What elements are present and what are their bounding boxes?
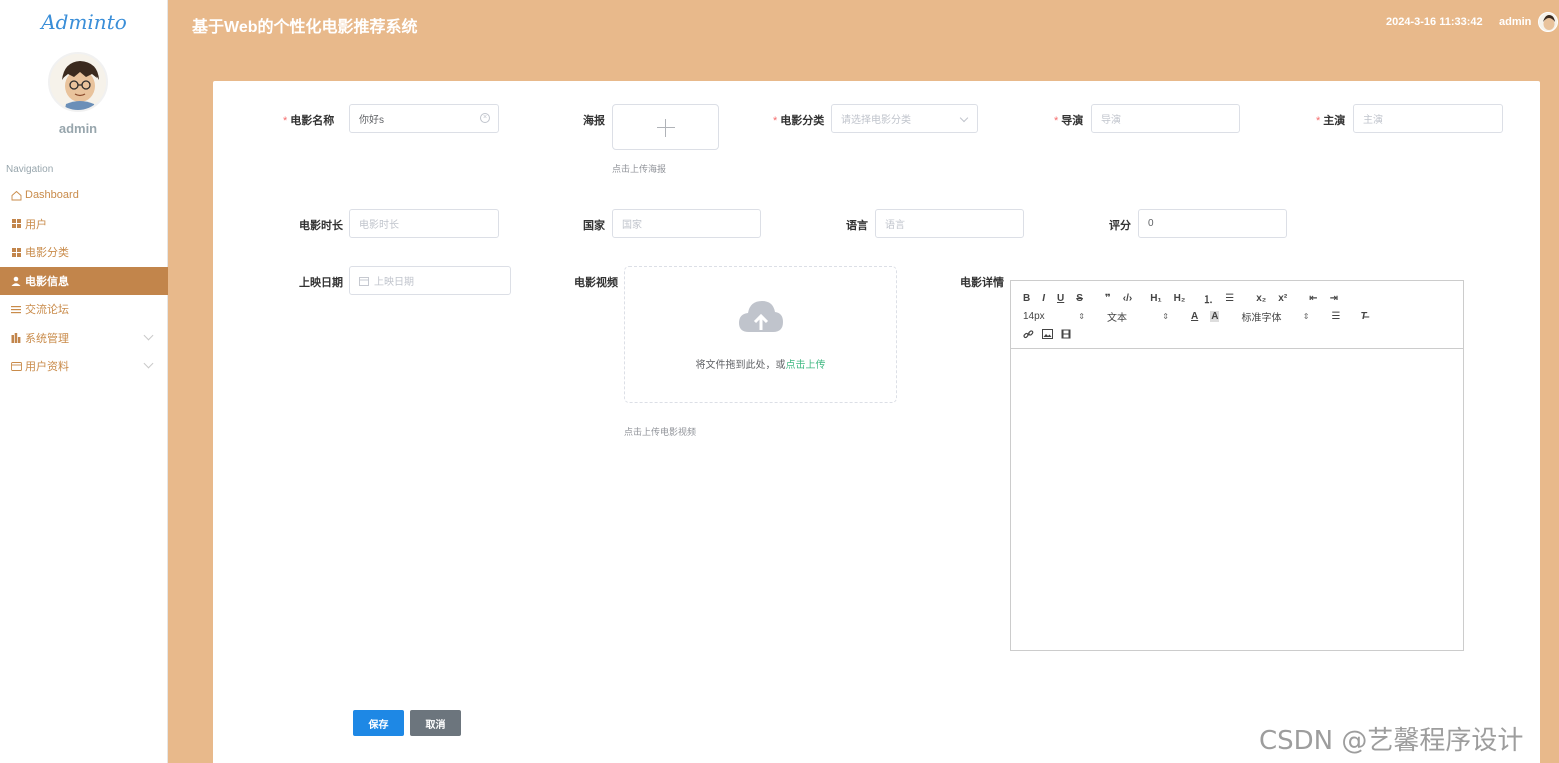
bullet-list-icon[interactable]: ☰ <box>1225 293 1234 304</box>
card-icon <box>10 361 22 371</box>
sidebar-item-label: Dashboard <box>25 189 79 202</box>
poster-label: 海报 <box>583 115 605 127</box>
poster-hint: 点击上传海报 <box>612 164 667 174</box>
director-input[interactable]: 导演 <box>1091 104 1240 133</box>
updown-icon: ⇕ <box>1302 311 1310 321</box>
language-input[interactable]: 语言 <box>875 209 1024 238</box>
nav-section-title: Navigation <box>6 164 54 175</box>
click-upload-link[interactable]: 点击上传 <box>786 360 826 371</box>
sidebar-item-users[interactable]: 用户 <box>0 210 168 239</box>
updown-icon: ⇕ <box>1162 311 1169 321</box>
cancel-button[interactable]: 取消 <box>410 710 461 736</box>
outdent-icon[interactable]: ⇤ <box>1309 293 1317 304</box>
release-date-picker[interactable]: 上映日期 <box>349 266 511 295</box>
header-2-icon[interactable]: H₂ <box>1174 293 1186 304</box>
code-block-icon[interactable]: ‹/› <box>1123 293 1132 304</box>
video-icon[interactable] <box>1061 329 1071 339</box>
list-icon <box>10 305 22 314</box>
watermark: CSDN @艺馨程序设计 <box>1259 726 1524 756</box>
italic-icon[interactable]: I <box>1042 293 1045 304</box>
duration-input[interactable]: 电影时长 <box>349 209 499 238</box>
calendar-icon <box>359 276 369 286</box>
editor-toolbar: B I U S ❞ ‹/› H₁ H₂ ⒈ ☰ x₂ x² ⇤ ⇥ 14px ⇕ … <box>1011 281 1463 349</box>
sidebar: Adminto admin Navigation Dashboard 用户 电影… <box>0 0 168 763</box>
grid-icon <box>10 219 22 229</box>
font-family-select[interactable]: 标准字体 ⇕ <box>1241 309 1309 324</box>
movie-category-select[interactable]: 请选择电影分类 <box>831 104 978 133</box>
movie-form-card: * 电影名称 你好s × 海报 点击上传海报 * 电影分类 请选择电影分类 * 导演 … <box>213 81 1540 763</box>
link-icon[interactable] <box>1023 329 1034 340</box>
duration-label: 电影时长 <box>299 220 343 232</box>
sidebar-nav: Dashboard 用户 电影分类 电影信息 交流论坛 系统管理 用户资料 <box>0 181 168 381</box>
chart-icon <box>10 332 22 343</box>
rating-label: 评分 <box>1109 220 1131 232</box>
clear-icon[interactable]: × <box>480 113 490 123</box>
sidebar-item-profile[interactable]: 用户资料 <box>0 352 168 381</box>
strikethrough-icon[interactable]: S <box>1076 293 1083 304</box>
language-label: 语言 <box>846 220 868 232</box>
superscript-icon[interactable]: x² <box>1278 293 1287 304</box>
sidebar-item-forum[interactable]: 交流论坛 <box>0 295 168 324</box>
sidebar-item-movie-info[interactable]: 电影信息 <box>0 266 168 295</box>
user-icon <box>10 276 22 286</box>
home-icon <box>10 190 22 201</box>
save-button[interactable]: 保存 <box>353 710 404 736</box>
actor-input[interactable]: 主演 <box>1353 104 1503 133</box>
movie-name-input[interactable]: 你好s × <box>349 104 499 133</box>
country-label: 国家 <box>583 220 605 232</box>
sidebar-username: admin <box>58 121 98 136</box>
header-1-icon[interactable]: H₁ <box>1150 293 1161 304</box>
video-hint: 点击上传电影视频 <box>624 427 697 437</box>
chevron-down-icon <box>143 330 154 340</box>
updown-icon: ⇕ <box>1078 311 1085 321</box>
sidebar-item-label: 电影分类 <box>25 247 69 260</box>
underline-icon[interactable]: U <box>1057 293 1064 304</box>
cloud-upload-icon <box>738 298 784 337</box>
grid-icon <box>10 247 22 257</box>
rating-input[interactable]: 0 <box>1138 209 1287 238</box>
header-username[interactable]: admin <box>1499 16 1531 28</box>
image-icon[interactable] <box>1042 329 1053 339</box>
chevron-down-icon <box>143 358 154 369</box>
sidebar-item-dashboard[interactable]: Dashboard <box>0 181 168 210</box>
editor-content-area[interactable] <box>1011 349 1463 650</box>
font-color-icon[interactable]: A <box>1191 311 1198 322</box>
header-datetime: 2024-3-16 11:33:42 <box>1386 16 1483 28</box>
block-format-select[interactable]: 文本 ⇕ <box>1107 309 1169 324</box>
poster-uploader[interactable] <box>612 104 719 150</box>
subscript-icon[interactable]: x₂ <box>1256 293 1266 304</box>
sidebar-item-label: 系统管理 <box>25 332 69 345</box>
clear-format-icon[interactable]: T̶ <box>1360 311 1366 322</box>
app-title: 基于Web的个性化电影推荐系统 <box>192 19 418 36</box>
sidebar-item-system[interactable]: 系统管理 <box>0 324 168 353</box>
header-avatar[interactable] <box>1538 12 1558 32</box>
actor-label: * 主演 <box>1316 115 1346 127</box>
country-input[interactable]: 国家 <box>612 209 761 238</box>
chevron-down-icon <box>959 113 969 123</box>
drag-text: 将文件拖到此处，或点击上传 <box>695 360 826 371</box>
sidebar-item-movie-category[interactable]: 电影分类 <box>0 238 168 267</box>
ordered-list-icon[interactable]: ⒈ <box>1203 291 1213 306</box>
director-label: * 导演 <box>1054 115 1084 127</box>
category-label: * 电影分类 <box>773 115 825 127</box>
detail-label: 电影详情 <box>960 277 1004 289</box>
release-date-label: 上映日期 <box>299 277 343 289</box>
sidebar-item-label: 用户 <box>25 218 47 231</box>
app-logo[interactable]: Adminto <box>0 10 168 34</box>
font-size-select[interactable]: 14px ⇕ <box>1023 311 1085 322</box>
video-label: 电影视频 <box>574 277 618 289</box>
user-avatar[interactable] <box>48 52 108 112</box>
align-icon[interactable]: ☰ <box>1331 311 1340 322</box>
background-color-icon[interactable]: A <box>1210 310 1220 322</box>
bold-icon[interactable]: B <box>1023 293 1030 304</box>
sidebar-item-label: 交流论坛 <box>25 304 69 317</box>
name-label: * 电影名称 <box>283 115 335 127</box>
video-upload-dragger[interactable]: 将文件拖到此处，或点击上传 <box>624 266 897 403</box>
indent-icon[interactable]: ⇥ <box>1330 293 1338 304</box>
plus-icon <box>657 119 675 137</box>
rich-text-editor: B I U S ❞ ‹/› H₁ H₂ ⒈ ☰ x₂ x² ⇤ ⇥ 14px ⇕ … <box>1010 280 1464 651</box>
blockquote-icon[interactable]: ❞ <box>1105 293 1111 304</box>
sidebar-item-label: 电影信息 <box>25 275 69 288</box>
sidebar-item-label: 用户资料 <box>25 361 69 374</box>
